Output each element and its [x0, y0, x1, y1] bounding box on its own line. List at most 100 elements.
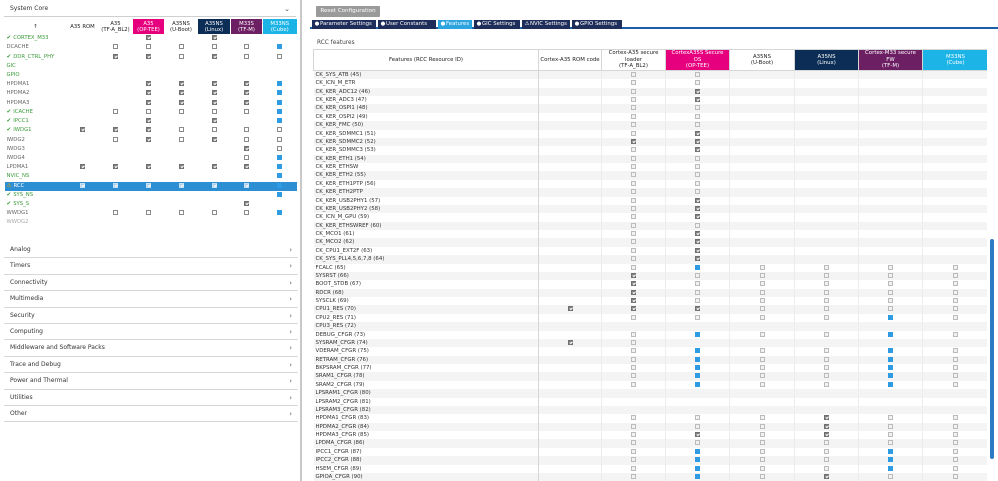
rcc-checkbox[interactable]	[695, 88, 700, 94]
peripheral-name[interactable]: IWDG2	[4, 135, 67, 145]
rcc-checkbox[interactable]	[824, 415, 829, 421]
section-multimedia[interactable]: Multimedia ›	[4, 291, 298, 308]
rcc-checkbox[interactable]	[695, 381, 700, 387]
rcc-checkbox[interactable]	[631, 231, 636, 237]
rcc-checkbox[interactable]	[631, 222, 636, 228]
rcc-checkbox[interactable]	[953, 348, 958, 354]
peripheral-name[interactable]: HPDMA2	[5, 89, 67, 98]
peripheral-name[interactable]: GIC	[4, 61, 67, 71]
rcc-checkbox[interactable]	[888, 473, 893, 479]
rcc-checkbox[interactable]	[567, 306, 573, 312]
context-checkbox[interactable]	[244, 164, 249, 170]
rcc-checkbox[interactable]	[695, 465, 700, 471]
rcc-checkbox[interactable]	[759, 281, 765, 287]
context-checkbox[interactable]	[211, 118, 217, 124]
context-checkbox[interactable]	[277, 154, 282, 160]
context-checkbox[interactable]	[113, 53, 118, 59]
rcc-checkbox[interactable]	[695, 256, 700, 262]
rcc-checkbox[interactable]	[888, 289, 893, 295]
context-checkbox[interactable]	[80, 164, 85, 170]
peripheral-row-icache[interactable]: ✔ ICACHE	[5, 108, 297, 117]
context-checkbox[interactable]	[277, 191, 282, 197]
context-checkbox[interactable]	[146, 108, 151, 114]
context-checkbox[interactable]	[277, 210, 282, 216]
context-checkbox[interactable]	[211, 44, 217, 50]
rcc-checkbox[interactable]	[953, 381, 958, 387]
context-checkbox[interactable]	[244, 136, 249, 142]
rcc-checkbox[interactable]	[631, 365, 636, 371]
context-checkbox[interactable]	[211, 136, 217, 142]
context-checkbox[interactable]	[244, 108, 249, 114]
rcc-checkbox[interactable]	[631, 122, 636, 128]
context-checkbox[interactable]	[277, 53, 282, 59]
rcc-checkbox[interactable]	[824, 289, 829, 295]
rcc-checkbox[interactable]	[953, 365, 958, 371]
context-checkbox[interactable]	[80, 127, 85, 133]
rcc-checkbox[interactable]	[695, 247, 700, 253]
rcc-checkbox[interactable]	[824, 457, 829, 463]
context-checkbox[interactable]	[146, 44, 151, 50]
rcc-checkbox[interactable]	[631, 155, 636, 161]
context-checkbox[interactable]	[211, 81, 217, 87]
peripheral-name[interactable]: NVIC_NS	[4, 172, 67, 182]
context-checkbox[interactable]	[211, 35, 217, 41]
rcc-checkbox[interactable]	[695, 306, 700, 312]
context-checkbox[interactable]	[146, 81, 151, 87]
rcc-checkbox[interactable]	[695, 72, 700, 77]
rcc-checkbox[interactable]	[695, 473, 700, 479]
vertical-scrollbar[interactable]	[987, 49, 997, 481]
context-checkbox[interactable]	[244, 154, 249, 160]
rcc-checkbox[interactable]	[631, 97, 636, 103]
section-trace-and-debug[interactable]: Trace and Debug ›	[4, 357, 298, 374]
rcc-checkbox[interactable]	[631, 180, 636, 186]
context-checkbox[interactable]	[277, 90, 282, 96]
peripheral-row-rcc[interactable]: ⚠ RCC	[4, 181, 297, 191]
rcc-checkbox[interactable]	[888, 331, 893, 337]
system-core-header[interactable]: System Core ⌄	[4, 3, 296, 17]
rcc-checkbox[interactable]	[824, 465, 829, 471]
context-checkbox[interactable]	[178, 136, 184, 142]
rcc-checkbox[interactable]	[824, 306, 829, 312]
rcc-checkbox[interactable]	[631, 214, 636, 220]
context-checkbox[interactable]	[146, 136, 151, 142]
peripheral-row-hpdma1[interactable]: HPDMA1	[4, 80, 297, 90]
rcc-checkbox[interactable]	[888, 465, 893, 471]
rcc-checkbox[interactable]	[631, 239, 636, 245]
context-checkbox[interactable]	[178, 44, 184, 50]
rcc-checkbox[interactable]	[824, 432, 829, 438]
rcc-checkbox[interactable]	[953, 306, 958, 312]
rcc-checkbox[interactable]	[631, 423, 636, 429]
rcc-checkbox[interactable]	[631, 331, 636, 337]
rcc-checkbox[interactable]	[631, 138, 636, 144]
rcc-checkbox[interactable]	[888, 314, 893, 320]
rcc-checkbox[interactable]	[759, 314, 765, 320]
rcc-checkbox[interactable]	[567, 339, 573, 345]
rcc-checkbox[interactable]	[695, 348, 700, 354]
context-checkbox[interactable]	[211, 108, 217, 114]
rcc-checkbox[interactable]	[695, 189, 700, 195]
rcc-checkbox[interactable]	[631, 72, 636, 77]
rcc-checkbox[interactable]	[759, 373, 765, 379]
section-analog[interactable]: Analog ›	[4, 242, 298, 259]
rcc-checkbox[interactable]	[695, 214, 700, 220]
rcc-checkbox[interactable]	[695, 448, 700, 454]
rcc-checkbox[interactable]	[888, 415, 893, 421]
section-connectivity[interactable]: Connectivity ›	[4, 275, 298, 292]
rcc-checkbox[interactable]	[824, 381, 829, 387]
rcc-checkbox[interactable]	[631, 164, 636, 170]
rcc-checkbox[interactable]	[631, 415, 636, 421]
context-checkbox[interactable]	[113, 44, 118, 50]
rcc-checkbox[interactable]	[631, 381, 636, 387]
rcc-checkbox[interactable]	[631, 289, 636, 295]
section-other[interactable]: Other ›	[4, 406, 298, 423]
context-checkbox[interactable]	[277, 182, 282, 188]
rcc-checkbox[interactable]	[631, 473, 636, 479]
rcc-checkbox[interactable]	[631, 356, 636, 362]
context-checkbox[interactable]	[178, 164, 184, 170]
rcc-checkbox[interactable]	[953, 264, 958, 270]
context-checkbox[interactable]	[244, 90, 249, 96]
rcc-checkbox[interactable]	[888, 281, 893, 287]
context-checkbox[interactable]	[113, 164, 118, 170]
peripheral-name[interactable]: ✔ SYS_NS	[4, 190, 67, 200]
context-checkbox[interactable]	[178, 108, 184, 114]
